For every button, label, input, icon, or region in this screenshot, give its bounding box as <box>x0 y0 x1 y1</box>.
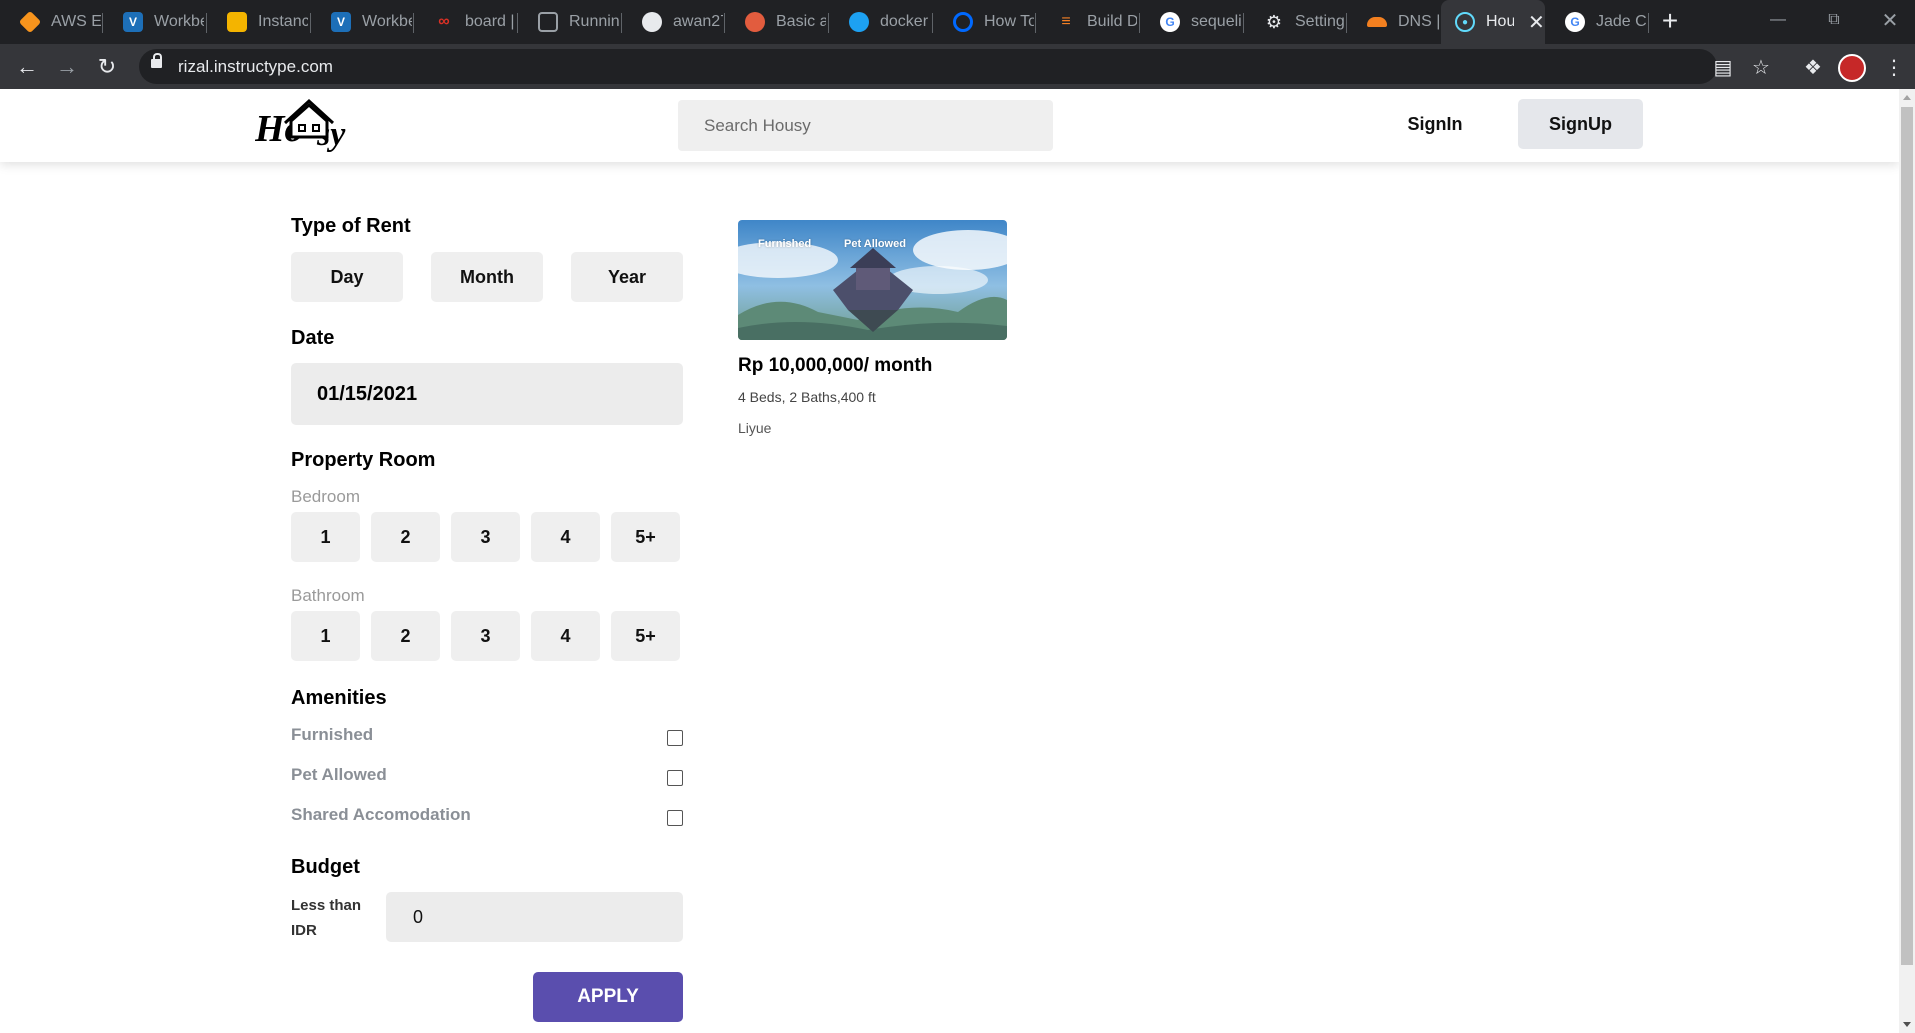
listing-price: Rp 10,000,000/ month <box>738 355 933 376</box>
bedroom-option-2[interactable]: 2 <box>371 512 440 562</box>
rent-type-month-button[interactable]: Month <box>431 252 543 302</box>
aws-box-icon <box>227 12 247 32</box>
amenities-title: Amenities <box>291 687 387 709</box>
profile-avatar[interactable] <box>1838 54 1866 82</box>
google-icon: G <box>1565 12 1585 32</box>
bookmark-star-icon[interactable]: ☆ <box>1747 53 1775 81</box>
browser-tab[interactable]: AWS Ed <box>0 0 103 44</box>
page-scrollbar[interactable] <box>1899 89 1915 1033</box>
amenity-furnished-checkbox[interactable] <box>667 730 683 746</box>
bathroom-option-2[interactable]: 2 <box>371 611 440 661</box>
browser-tab[interactable]: Runnin <box>518 0 622 44</box>
browser-toolbar: ← → ↻ rizal.instructype.com ▤ ☆ ❖ ⋮ <box>0 44 1915 89</box>
scrollbar-thumb[interactable] <box>1901 107 1913 965</box>
close-tab-icon[interactable]: ✕ <box>1528 10 1545 35</box>
listing-specs: 4 Beds, 2 Baths,400 ft <box>738 389 876 405</box>
vocareum-v-icon: V <box>331 12 351 32</box>
amenity-shared-accomodation-label: Shared Accomodation <box>291 805 471 824</box>
bathroom-label: Bathroom <box>291 586 365 605</box>
octant-icon <box>538 12 558 32</box>
browser-tab[interactable]: V Workbe <box>103 0 207 44</box>
rent-type-title: Type of Rent <box>291 215 411 237</box>
bedroom-option-3[interactable]: 3 <box>451 512 520 562</box>
forward-button[interactable]: → <box>50 50 84 84</box>
scroll-down-arrow-icon[interactable] <box>1903 1022 1911 1027</box>
new-tab-button[interactable]: + <box>1655 6 1685 36</box>
amenity-pet-allowed-checkbox[interactable] <box>667 770 683 786</box>
bedroom-label: Bedroom <box>291 487 360 506</box>
browser-tab[interactable]: DNS | ir <box>1347 0 1449 44</box>
browser-tab[interactable]: G Jade Ch <box>1545 0 1649 44</box>
browser-tab-strip: AWS Ed V Workbe Instanc V Workbe ∞ board… <box>0 0 1915 44</box>
date-input[interactable]: 01/15/2021 <box>291 363 683 425</box>
cloudflare-icon <box>1367 17 1387 27</box>
listing-location: Liyue <box>738 420 772 436</box>
browser-tab[interactable]: Basic a <box>725 0 829 44</box>
rent-type-year-button[interactable]: Year <box>571 252 683 302</box>
reload-button[interactable]: ↻ <box>90 50 124 84</box>
google-icon: G <box>1160 12 1180 32</box>
amenity-furnished-label: Furnished <box>291 725 374 744</box>
budget-label: Less than IDR <box>291 897 362 939</box>
url-text: rizal.instructype.com <box>178 57 333 76</box>
bedroom-option-1[interactable]: 1 <box>291 512 360 562</box>
browser-tab[interactable]: awan27 <box>622 0 725 44</box>
badge-furnished: Furnished <box>758 238 812 250</box>
rent-type-day-button[interactable]: Day <box>291 252 403 302</box>
close-window-button[interactable]: ✕ <box>1862 0 1915 40</box>
react-icon: ● <box>1455 12 1475 32</box>
badge-pet-allowed: Pet Allowed <box>844 238 906 250</box>
bedroom-option-5plus[interactable]: 5+ <box>611 512 680 562</box>
minimize-window-button[interactable]: — <box>1750 0 1806 40</box>
jira-logo-icon: ∞ <box>438 13 450 30</box>
budget-title: Budget <box>291 856 360 878</box>
amenity-pet-allowed-label: Pet Allowed <box>291 765 387 784</box>
mic-icon <box>745 12 765 32</box>
gear-icon: ⚙ <box>1265 11 1283 32</box>
browser-tab[interactable]: ∞ board | <box>414 0 518 44</box>
search-input[interactable] <box>678 100 1053 151</box>
budget-input[interactable]: 0 <box>386 892 683 942</box>
more-menu-icon[interactable]: ⋮ <box>1877 50 1911 84</box>
apply-button[interactable]: APPLY <box>533 972 683 1022</box>
browser-tab[interactable]: How To <box>933 0 1036 44</box>
digitalocean-icon <box>953 12 973 32</box>
signup-button[interactable]: SignUp <box>1518 99 1643 149</box>
extensions-puzzle-icon[interactable]: ❖ <box>1796 50 1830 84</box>
lock-icon <box>151 53 162 68</box>
restore-window-button[interactable]: ⧉ <box>1806 0 1862 40</box>
scroll-up-arrow-icon[interactable] <box>1903 95 1911 100</box>
browser-tab[interactable]: G sequeli <box>1140 0 1244 44</box>
site-navbar: Ho sy SignIn SignUp <box>0 89 1899 162</box>
signin-button[interactable]: SignIn <box>1395 99 1475 149</box>
docker-icon <box>849 12 869 32</box>
property-room-title: Property Room <box>291 449 436 471</box>
address-bar[interactable]: rizal.instructype.com ▤ ☆ <box>139 49 1770 84</box>
browser-tab[interactable]: Instanc <box>207 0 311 44</box>
bedroom-option-4[interactable]: 4 <box>531 512 600 562</box>
bathroom-option-5plus[interactable]: 5+ <box>611 611 680 661</box>
stackoverflow-icon: ≡ <box>1061 13 1071 30</box>
listing-card-image[interactable]: Furnished Pet Allowed <box>738 220 1007 340</box>
back-button[interactable]: ← <box>10 50 44 84</box>
translate-icon[interactable]: ▤ <box>1709 53 1737 81</box>
github-icon <box>642 12 662 32</box>
page-viewport: Ho sy SignIn SignUp Type of Rent Day Mon… <box>0 89 1899 1033</box>
browser-tab[interactable]: ≡ Build D <box>1036 0 1140 44</box>
aws-cube-icon <box>18 10 42 34</box>
housy-logo[interactable]: Ho sy <box>255 97 360 153</box>
bathroom-option-4[interactable]: 4 <box>531 611 600 661</box>
bathroom-option-3[interactable]: 3 <box>451 611 520 661</box>
bathroom-option-1[interactable]: 1 <box>291 611 360 661</box>
date-title: Date <box>291 327 335 349</box>
browser-tab[interactable]: docker <box>829 0 933 44</box>
vocareum-v-icon: V <box>123 12 143 32</box>
browser-tab-active[interactable]: ● Hou ✕ <box>1441 0 1545 44</box>
amenity-shared-accomodation-checkbox[interactable] <box>667 810 683 826</box>
browser-tab[interactable]: V Workbe <box>311 0 414 44</box>
browser-tab[interactable]: ⚙ Setting <box>1244 0 1347 44</box>
